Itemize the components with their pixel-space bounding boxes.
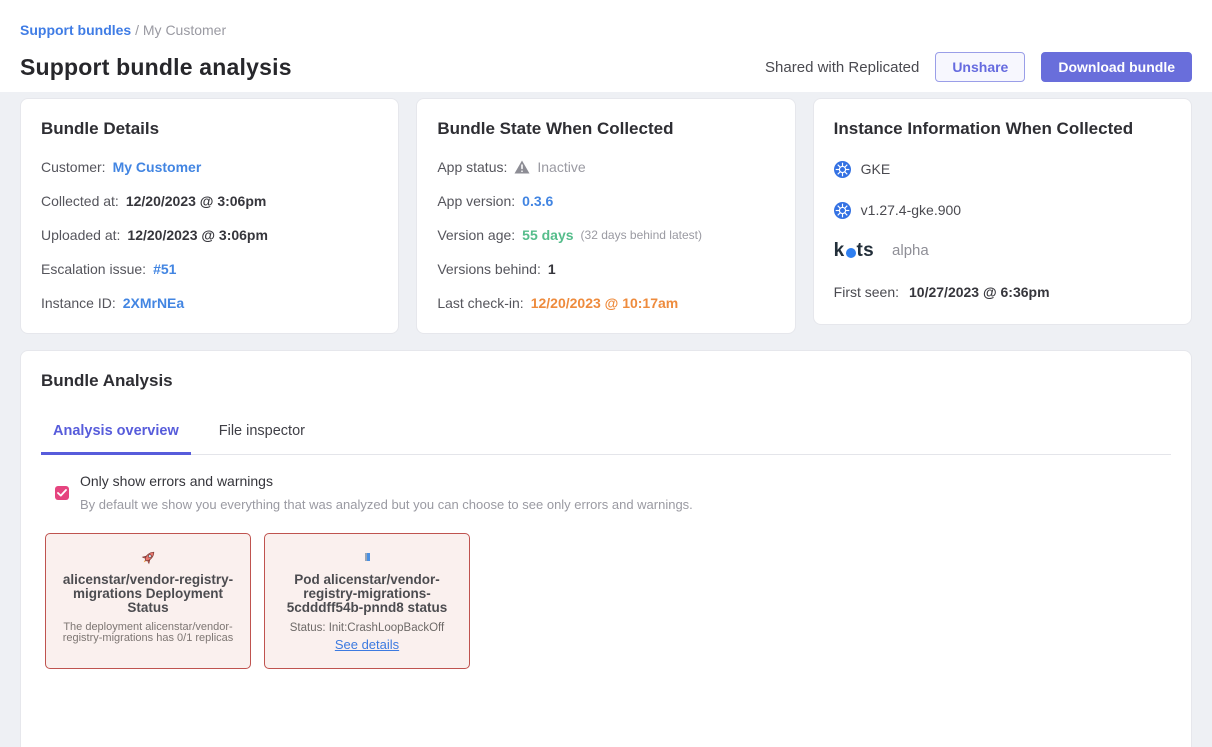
breadcrumb-link-support-bundles[interactable]: Support bundles [20, 22, 131, 38]
header-actions: Shared with Replicated Unshare Download … [765, 52, 1192, 82]
version-age-value: 55 days [522, 225, 573, 245]
kubernetes-icon [834, 202, 851, 219]
issue-title: Pod alicenstar/vendor-registry-migration… [278, 573, 456, 615]
bundle-analysis-title: Bundle Analysis [41, 371, 1171, 391]
collected-at-label: Collected at: [41, 191, 119, 211]
filter-description: By default we show you everything that w… [80, 497, 693, 512]
page-header: Support bundles / My Customer Support bu… [0, 0, 1212, 92]
last-checkin-row: Last check-in: 12/20/2023 @ 10:17am [437, 293, 774, 313]
tab-file-inspector[interactable]: File inspector [207, 423, 317, 454]
k8s-version-row: v1.27.4-gke.900 [834, 198, 1171, 222]
kubernetes-icon [834, 161, 851, 178]
app-version-link[interactable]: 0.3.6 [522, 191, 553, 211]
kots-row: kts alpha [834, 239, 1171, 263]
last-checkin-value: 12/20/2023 @ 10:17am [531, 293, 679, 313]
breadcrumb-current: My Customer [143, 22, 226, 38]
app-status-value: Inactive [537, 157, 585, 177]
kots-channel-label: alpha [892, 239, 929, 263]
last-checkin-label: Last check-in: [437, 293, 523, 313]
issues-row: alicenstar/vendor-registry-migrations De… [45, 533, 1171, 669]
summary-cards-row: Bundle Details Customer: My Customer Col… [20, 98, 1192, 334]
collected-at-value: 12/20/2023 @ 3:06pm [126, 191, 267, 211]
versions-behind-label: Versions behind: [437, 259, 541, 279]
filter-label[interactable]: Only show errors and warnings [80, 473, 693, 490]
bundle-state-title: Bundle State When Collected [437, 119, 774, 139]
uploaded-at-row: Uploaded at: 12/20/2023 @ 3:06pm [41, 225, 378, 245]
page-title: Support bundle analysis [20, 54, 292, 81]
customer-row: Customer: My Customer [41, 157, 378, 177]
pod-icon [278, 547, 456, 567]
analysis-tabbar: Analysis overview File inspector [41, 423, 1171, 455]
app-status-label: App status: [437, 157, 507, 177]
warning-triangle-icon [514, 160, 530, 174]
uploaded-at-label: Uploaded at: [41, 225, 120, 245]
distribution-value: GKE [861, 157, 891, 181]
uploaded-at-value: 12/20/2023 @ 3:06pm [127, 225, 268, 245]
escalation-issue-label: Escalation issue: [41, 259, 146, 279]
kots-logo: kts [834, 239, 874, 263]
errors-warnings-filter: Only show errors and warnings By default… [55, 473, 1171, 512]
app-version-label: App version: [437, 191, 515, 211]
instance-id-row: Instance ID: 2XMrNEa [41, 293, 378, 313]
issue-card-pod-status[interactable]: Pod alicenstar/vendor-registry-migration… [264, 533, 470, 669]
versions-behind-value: 1 [548, 259, 556, 279]
version-age-label: Version age: [437, 225, 515, 245]
instance-id-link[interactable]: 2XMrNEa [123, 293, 184, 313]
first-seen-value: 10/27/2023 @ 6:36pm [909, 280, 1050, 304]
breadcrumb: Support bundles / My Customer [20, 22, 1192, 38]
app-status-row: App status: Inactive [437, 157, 774, 177]
escalation-issue-row: Escalation issue: #51 [41, 259, 378, 279]
kots-o-dot [846, 248, 856, 258]
app-version-row: App version: 0.3.6 [437, 191, 774, 211]
unshare-button[interactable]: Unshare [935, 52, 1025, 82]
first-seen-label: First seen: [834, 280, 899, 304]
distribution-row: GKE [834, 157, 1171, 181]
bundle-details-card: Bundle Details Customer: My Customer Col… [20, 98, 399, 334]
instance-id-label: Instance ID: [41, 293, 116, 313]
shared-status-text: Shared with Replicated [765, 59, 919, 76]
version-age-note: (32 days behind latest) [581, 225, 702, 245]
escalation-issue-link[interactable]: #51 [153, 259, 176, 279]
breadcrumb-separator: / [135, 22, 143, 38]
instance-info-title: Instance Information When Collected [834, 119, 1171, 139]
customer-link[interactable]: My Customer [113, 157, 202, 177]
instance-info-card: Instance Information When Collected GKE … [813, 98, 1192, 325]
only-errors-checkbox[interactable] [55, 486, 69, 500]
collected-at-row: Collected at: 12/20/2023 @ 3:06pm [41, 191, 378, 211]
k8s-version-value: v1.27.4-gke.900 [861, 198, 961, 222]
tab-analysis-overview[interactable]: Analysis overview [41, 423, 191, 455]
issue-detail: The deployment alicenstar/vendor-registr… [59, 622, 237, 644]
see-details-link[interactable]: See details [335, 637, 399, 652]
bundle-state-card: Bundle State When Collected App status: … [416, 98, 795, 334]
rocket-icon [59, 547, 237, 567]
bundle-analysis-card: Bundle Analysis Analysis overview File i… [20, 350, 1192, 747]
bundle-details-title: Bundle Details [41, 119, 378, 139]
version-age-row: Version age: 55 days (32 days behind lat… [437, 225, 774, 245]
first-seen-row: First seen: 10/27/2023 @ 6:36pm [834, 280, 1171, 304]
download-bundle-button[interactable]: Download bundle [1041, 52, 1192, 82]
versions-behind-row: Versions behind: 1 [437, 259, 774, 279]
issue-card-deployment-status[interactable]: alicenstar/vendor-registry-migrations De… [45, 533, 251, 669]
customer-label: Customer: [41, 157, 106, 177]
issue-title: alicenstar/vendor-registry-migrations De… [59, 573, 237, 615]
issue-status: Status: Init:CrashLoopBackOff [278, 622, 456, 634]
